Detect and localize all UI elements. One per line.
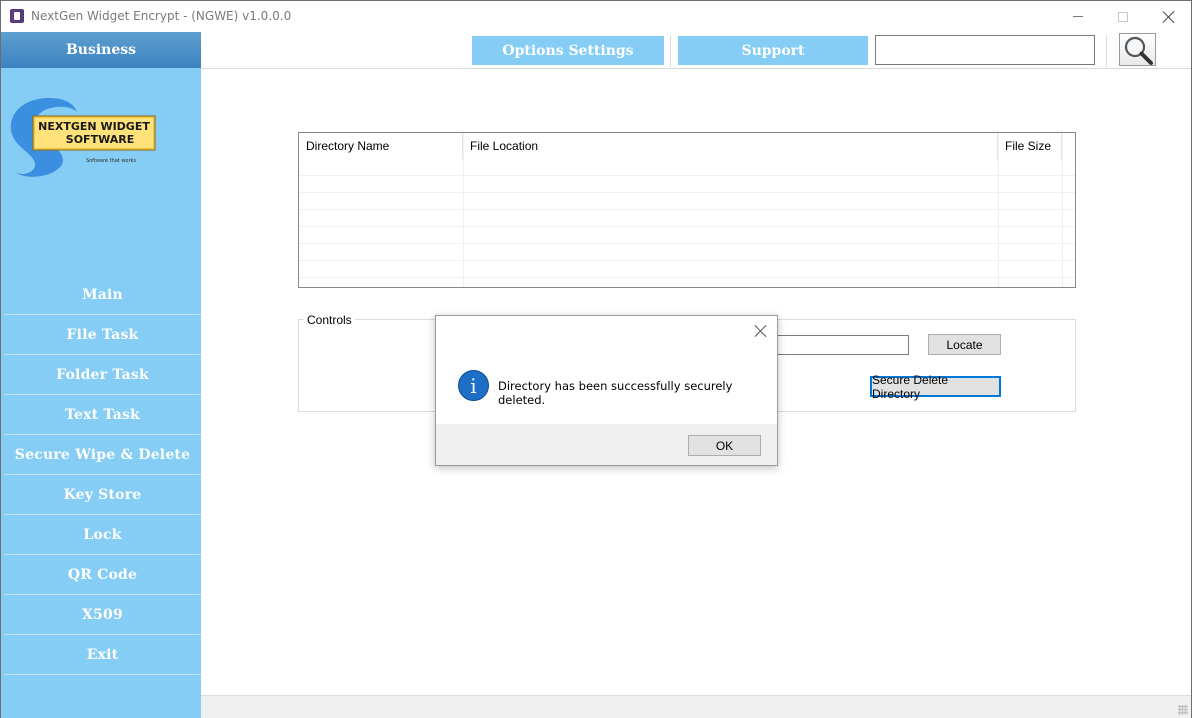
toolbar-divider <box>1106 35 1107 67</box>
sidebar-item-qr-code[interactable]: QR Code <box>4 555 201 595</box>
logo-text-line2: SOFTWARE <box>66 133 134 146</box>
app-icon <box>10 9 24 23</box>
search-button[interactable] <box>1119 33 1156 66</box>
sidebar-nav: Main File Task Folder Task Text Task Sec… <box>4 275 201 675</box>
maximize-button[interactable] <box>1100 1 1146 32</box>
logo-tagline: Software that works <box>86 158 136 164</box>
close-button[interactable] <box>1146 1 1192 32</box>
table-row[interactable] <box>299 226 1075 243</box>
minimize-button[interactable] <box>1055 1 1101 32</box>
window-title: NextGen Widget Encrypt - (NGWE) v1.0.0.0 <box>31 9 292 23</box>
app-window: NextGen Widget Encrypt - (NGWE) v1.0.0.0… <box>0 0 1192 718</box>
directory-path-input[interactable] <box>767 335 909 355</box>
sidebar-header: Business <box>1 32 201 68</box>
sidebar-item-secure-wipe-delete[interactable]: Secure Wipe & Delete <box>4 435 201 475</box>
ok-button[interactable]: OK <box>688 435 761 456</box>
sidebar-item-exit[interactable]: Exit <box>4 635 201 675</box>
options-settings-button[interactable]: Options Settings <box>472 36 664 65</box>
sidebar-item-lock[interactable]: Lock <box>4 515 201 555</box>
sidebar-item-key-store[interactable]: Key Store <box>4 475 201 515</box>
table-row[interactable] <box>299 260 1075 277</box>
table-row[interactable] <box>299 192 1075 209</box>
magnifier-icon <box>1124 36 1153 65</box>
secure-delete-directory-button[interactable]: Secure Delete Directory <box>870 373 1001 401</box>
support-button[interactable]: Support <box>678 36 868 65</box>
table-row[interactable] <box>299 175 1075 192</box>
sidebar-item-main[interactable]: Main <box>4 275 201 315</box>
close-icon <box>1163 11 1175 23</box>
company-logo: NEXTGEN WIDGET SOFTWARE Software that wo… <box>10 98 156 177</box>
search-input[interactable] <box>875 35 1095 65</box>
info-icon: i <box>458 370 489 401</box>
minimize-icon <box>1073 16 1083 17</box>
column-header-file-location[interactable]: File Location <box>463 133 998 159</box>
table-row[interactable] <box>299 277 1075 287</box>
resize-grip[interactable] <box>1178 705 1188 715</box>
sidebar-item-x509[interactable]: X509 <box>4 595 201 635</box>
list-header: Directory Name File Location File Size <box>299 133 1075 159</box>
dialog-close-button[interactable] <box>754 324 768 338</box>
toolbar-divider <box>670 35 671 67</box>
controls-group-title: Controls <box>304 313 355 327</box>
column-header-directory-name[interactable]: Directory Name <box>299 133 463 159</box>
column-header-file-size[interactable]: File Size <box>998 133 1062 159</box>
title-bar: NextGen Widget Encrypt - (NGWE) v1.0.0.0 <box>1 1 1191 32</box>
maximize-icon <box>1118 11 1128 22</box>
locate-button[interactable]: Locate <box>928 334 1001 355</box>
sidebar: Business NEXTGEN WIDGET SOFTWARE Softwar… <box>1 32 201 718</box>
sidebar-item-text-task[interactable]: Text Task <box>4 395 201 435</box>
table-row[interactable] <box>299 209 1075 226</box>
sidebar-item-file-task[interactable]: File Task <box>4 315 201 355</box>
sidebar-item-folder-task[interactable]: Folder Task <box>4 355 201 395</box>
logo-text-line1: NEXTGEN WIDGET <box>38 120 150 133</box>
directory-list[interactable]: Directory Name File Location File Size <box>298 132 1076 288</box>
message-dialog: i Directory has been successfully secure… <box>435 315 778 466</box>
status-bar <box>201 695 1191 718</box>
dialog-message: Directory has been successfully securely… <box>498 379 733 407</box>
table-row[interactable] <box>299 243 1075 260</box>
